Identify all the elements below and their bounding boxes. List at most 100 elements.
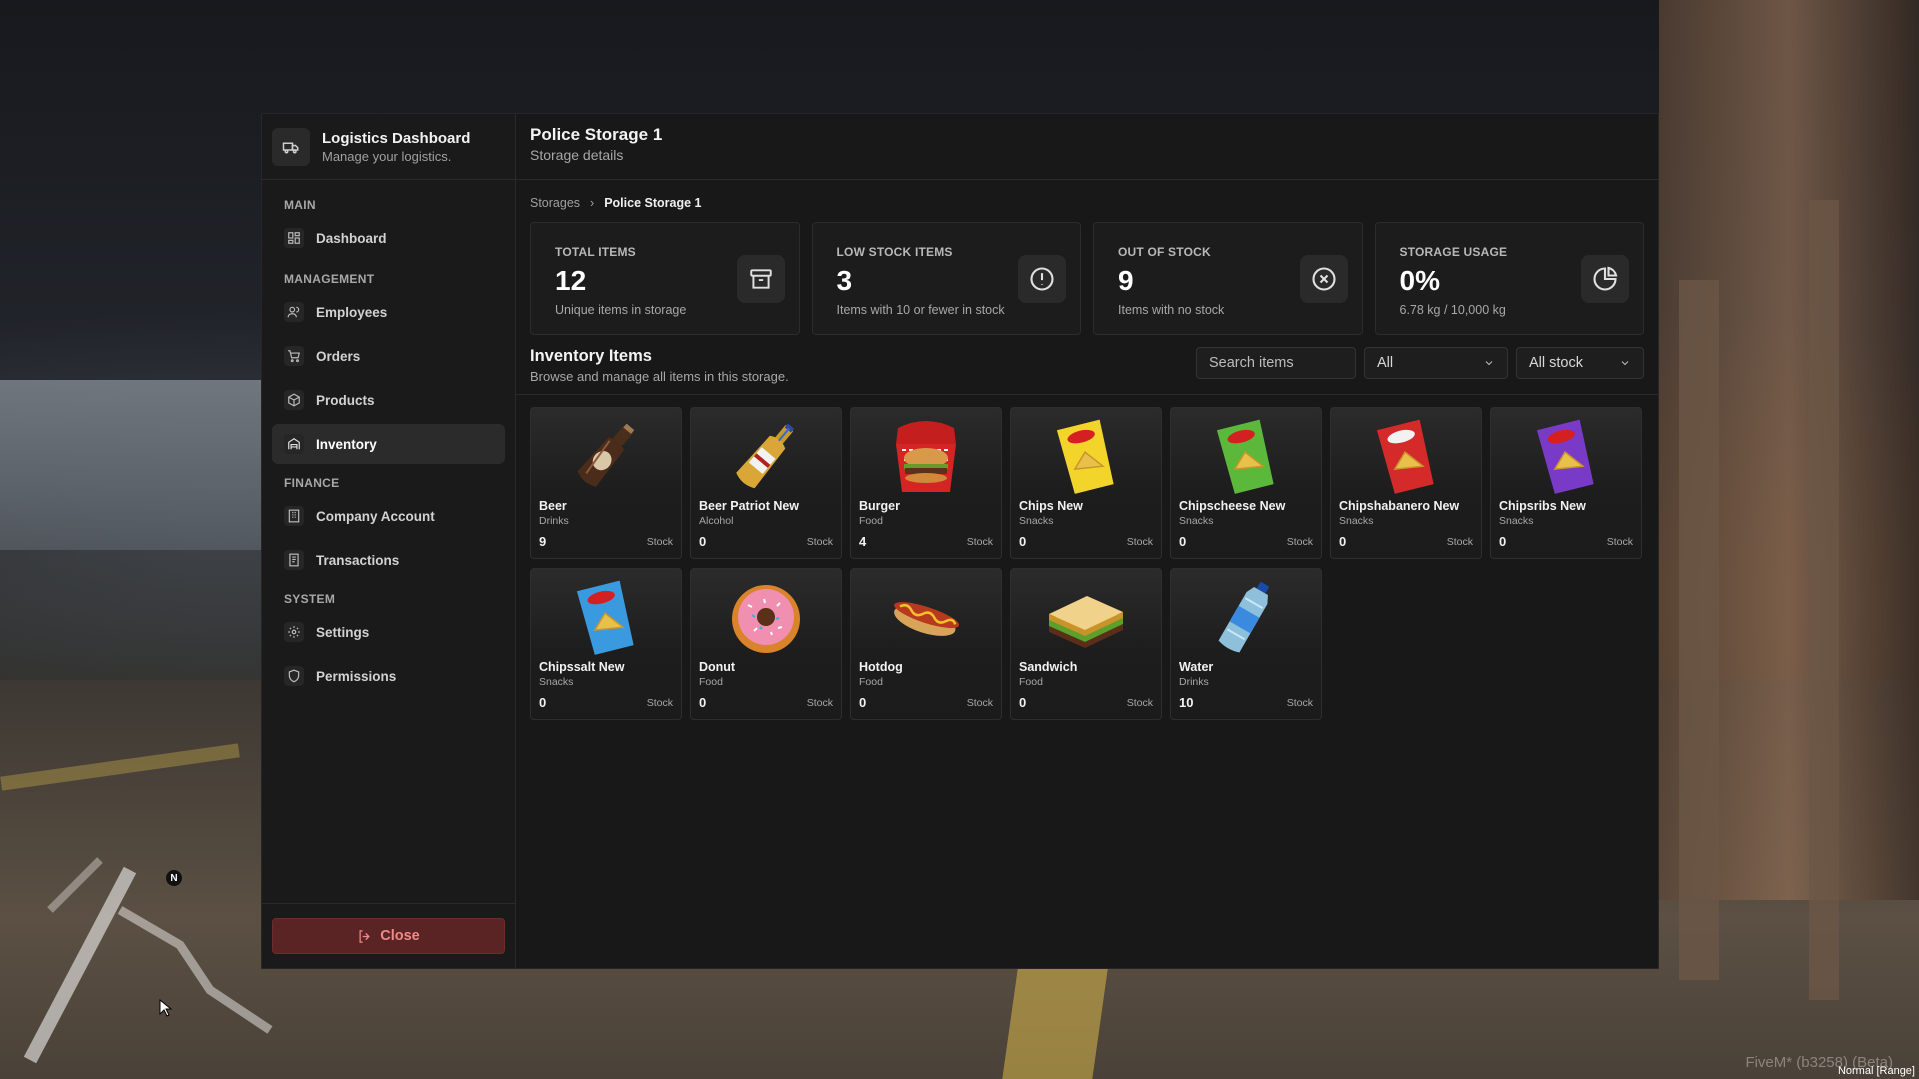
sidebar-item-products[interactable]: Products: [272, 380, 505, 420]
sidebar-item-label: Transactions: [316, 552, 400, 568]
background-building: [0, 380, 270, 550]
sidebar-item-company-account[interactable]: Company Account: [272, 496, 505, 536]
sidebar-item-orders[interactable]: Orders: [272, 336, 505, 376]
sidebar-item-employees[interactable]: Employees: [272, 292, 505, 332]
sidebar-item-permissions[interactable]: Permissions: [272, 656, 505, 696]
chips-bag-red-image: [1331, 412, 1481, 500]
package-icon: [284, 390, 304, 410]
background-pillar: [1809, 200, 1839, 1000]
item-quantity: 0: [1019, 695, 1027, 710]
beer-bottle-image: [531, 412, 681, 500]
sidebar-item-label: Employees: [316, 304, 388, 320]
item-name: Beer: [539, 499, 567, 513]
patriot-beer-bottle-image: [691, 412, 841, 500]
stats-row: TOTAL ITEMS 12 Unique items in storage L…: [530, 222, 1644, 335]
alert-circle-icon: [1018, 255, 1066, 303]
road-marking: [1002, 969, 1108, 1079]
compass-north-icon: N: [166, 870, 182, 886]
cart-icon: [284, 346, 304, 366]
breadcrumb-storages-link[interactable]: Storages: [530, 196, 580, 210]
inventory-card-chips-new[interactable]: Chips New Snacks 0 Stock: [1010, 407, 1162, 559]
item-category: Food: [859, 515, 883, 527]
item-quantity: 10: [1179, 695, 1194, 710]
close-button-label: Close: [380, 928, 420, 944]
hotdog-image: [851, 573, 1001, 661]
inventory-card-chipsribs-new[interactable]: Chipsribs New Snacks 0 Stock: [1490, 407, 1642, 559]
brand-header: Logistics Dashboard Manage your logistic…: [262, 114, 515, 180]
background-pillar: [1679, 280, 1719, 980]
sidebar-item-inventory[interactable]: Inventory: [272, 424, 505, 464]
sidebar-item-settings[interactable]: Settings: [272, 612, 505, 652]
breadcrumb: Storages › Police Storage 1: [530, 192, 1644, 214]
item-name: Chipshabanero New: [1339, 499, 1460, 513]
sidebar-footer: Close: [262, 903, 515, 968]
close-button[interactable]: Close: [272, 918, 505, 954]
inventory-header: Inventory Items Browse and manage all it…: [530, 347, 1644, 384]
stat-card-total-items: TOTAL ITEMS 12 Unique items in storage: [530, 222, 800, 335]
nav-section-main: MAIN: [284, 198, 316, 212]
inventory-card-donut[interactable]: Donut Food 0 Stock: [690, 568, 842, 720]
page-header: Police Storage 1 Storage details: [516, 114, 1658, 180]
sidebar-item-transactions[interactable]: Transactions: [272, 540, 505, 580]
category-select[interactable]: All: [1364, 347, 1508, 379]
inventory-card-chipscheese-new[interactable]: Chipscheese New Snacks 0 Stock: [1170, 407, 1322, 559]
item-category: Snacks: [1339, 515, 1374, 527]
nav-section-system: SYSTEM: [284, 592, 336, 606]
item-category: Food: [859, 676, 883, 688]
item-stock-label: Stock: [1126, 536, 1153, 548]
inventory-card-chipssalt-new[interactable]: Chipssalt New Snacks 0 Stock: [530, 568, 682, 720]
inventory-card-sandwich[interactable]: Sandwich Food 0 Stock: [1010, 568, 1162, 720]
inventory-filters: All All stock: [1196, 347, 1644, 379]
item-stock-label: Stock: [646, 536, 673, 548]
item-quantity: 0: [1179, 534, 1187, 549]
inventory-card-beer-patriot-new[interactable]: Beer Patriot New Alcohol 0 Stock: [690, 407, 842, 559]
voice-range-text: Normal [Range]: [1837, 1065, 1915, 1077]
search-input[interactable]: [1196, 347, 1356, 379]
chips-bag-purple-image: [1491, 412, 1641, 500]
item-name: Chipscheese New: [1179, 499, 1286, 513]
divider: [516, 394, 1658, 395]
donut-image: [691, 573, 841, 661]
stat-description: Items with 10 or fewer in stock: [836, 303, 1005, 317]
item-category: Snacks: [1499, 515, 1534, 527]
item-stock-label: Stock: [1286, 697, 1313, 709]
logistics-panel: Logistics Dashboard Manage your logistic…: [261, 113, 1659, 969]
main-content: Police Storage 1 Storage details Storage…: [516, 114, 1658, 968]
water-bottle-image: [1171, 573, 1321, 661]
item-category: Food: [1019, 676, 1043, 688]
item-stock-label: Stock: [646, 697, 673, 709]
chevron-down-icon: [1621, 361, 1629, 366]
item-category: Snacks: [1179, 515, 1214, 527]
inventory-card-water[interactable]: Water Drinks 10 Stock: [1170, 568, 1322, 720]
minimap: [23, 857, 273, 1064]
sidebar-item-dashboard[interactable]: Dashboard: [272, 218, 505, 258]
inventory-card-chipshabanero-new[interactable]: Chipshabanero New Snacks 0 Stock: [1330, 407, 1482, 559]
item-quantity: 0: [1019, 534, 1027, 549]
item-category: Drinks: [539, 515, 569, 527]
item-name: Chipsribs New: [1499, 499, 1586, 513]
item-name: Burger: [859, 499, 900, 513]
chevron-down-icon: [1485, 361, 1493, 366]
sidebar-item-label: Company Account: [316, 508, 435, 524]
sidebar-item-label: Dashboard: [316, 230, 387, 246]
item-category: Snacks: [1019, 515, 1054, 527]
brand-title: Logistics Dashboard: [322, 129, 471, 147]
item-category: Drinks: [1179, 676, 1209, 688]
inventory-title: Inventory Items: [530, 347, 652, 365]
users-icon: [284, 302, 304, 322]
sidebar-nav: MAIN Dashboard MANAGEMENT Employees Orde…: [262, 180, 515, 903]
item-name: Hotdog: [859, 660, 903, 674]
item-stock-label: Stock: [1126, 697, 1153, 709]
stock-select-value: All stock: [1529, 355, 1583, 371]
stock-select[interactable]: All stock: [1516, 347, 1644, 379]
breadcrumb-current: Police Storage 1: [604, 196, 702, 210]
item-quantity: 0: [1339, 534, 1347, 549]
item-stock-label: Stock: [966, 536, 993, 548]
inventory-card-burger[interactable]: Burger Food 4 Stock: [850, 407, 1002, 559]
nav-section-finance: FINANCE: [284, 476, 340, 490]
page-subtitle: Storage details: [530, 147, 624, 163]
inventory-card-beer[interactable]: Beer Drinks 9 Stock: [530, 407, 682, 559]
inventory-card-hotdog[interactable]: Hotdog Food 0 Stock: [850, 568, 1002, 720]
item-name: Chips New: [1019, 499, 1083, 513]
sandwich-image: [1011, 573, 1161, 661]
